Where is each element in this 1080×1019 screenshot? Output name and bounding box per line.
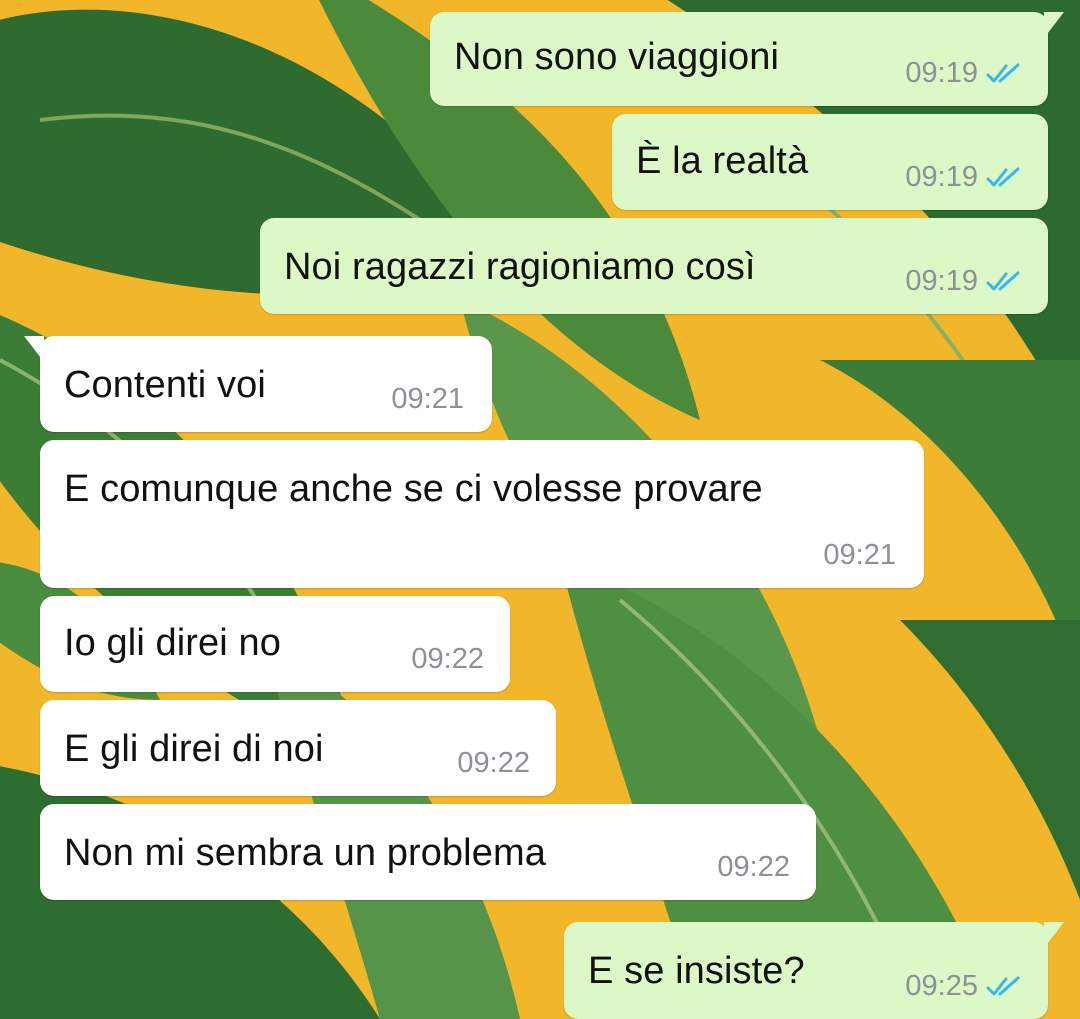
message-text: Non sono viaggioni [454, 36, 780, 78]
double-check-icon [986, 167, 1020, 186]
message-meta: 09:21 [391, 383, 464, 416]
message-text: Noi ragazzi ragioniamo così [284, 246, 756, 288]
message-meta: 09:21 [823, 539, 896, 572]
message-bubble-incoming[interactable]: Io gli direi no 09:22 [40, 596, 510, 692]
message-bubble-outgoing[interactable]: È la realtà 09:19 [612, 114, 1048, 210]
message-time: 09:22 [457, 747, 530, 779]
message-time: 09:19 [905, 57, 978, 89]
message-time: 09:22 [411, 643, 484, 675]
message-bubble-incoming[interactable]: Contenti voi 09:21 [24, 336, 492, 432]
message-bubble-outgoing[interactable]: Non sono viaggioni 09:19 [430, 12, 1064, 106]
message-text: Io gli direi no [64, 622, 281, 664]
message-text: E se insiste? [588, 950, 805, 992]
message-time: 09:19 [905, 265, 978, 297]
double-check-icon [986, 976, 1020, 995]
message-bubble-incoming[interactable]: Non mi sembra un problema 09:22 [40, 804, 816, 900]
message-meta: 09:19 [905, 265, 1026, 298]
message-meta: 09:22 [457, 747, 530, 780]
message-text: Contenti voi [64, 364, 266, 406]
message-bubble-incoming[interactable]: E comunque anche se ci volesse provare 0… [40, 440, 924, 588]
message-time: 09:25 [905, 970, 978, 1002]
message-time: 09:21 [391, 383, 464, 415]
message-bubble-incoming[interactable]: E gli direi di noi 09:22 [40, 700, 556, 796]
message-meta: 09:19 [905, 57, 1026, 90]
message-meta: 09:19 [905, 161, 1026, 194]
message-bubble-outgoing[interactable]: Noi ragazzi ragioniamo così 09:19 [260, 218, 1048, 314]
bubble-tail [1044, 922, 1064, 948]
message-text: E comunque anche se ci volesse provare [64, 468, 763, 510]
bubble-tail [1044, 12, 1064, 38]
message-time: 09:19 [905, 161, 978, 193]
message-bubble-outgoing[interactable]: E se insiste? 09:25 [564, 922, 1064, 1019]
message-text: È la realtà [636, 140, 809, 182]
message-meta: 09:22 [717, 851, 790, 884]
message-text: Non mi sembra un problema [64, 832, 546, 874]
message-text: E gli direi di noi [64, 728, 324, 770]
bubble-tail [24, 336, 44, 362]
double-check-icon [986, 271, 1020, 290]
message-time: 09:21 [823, 539, 896, 571]
message-meta: 09:25 [905, 970, 1026, 1003]
message-time: 09:22 [717, 851, 790, 883]
double-check-icon [986, 63, 1020, 82]
message-meta: 09:22 [411, 643, 484, 676]
